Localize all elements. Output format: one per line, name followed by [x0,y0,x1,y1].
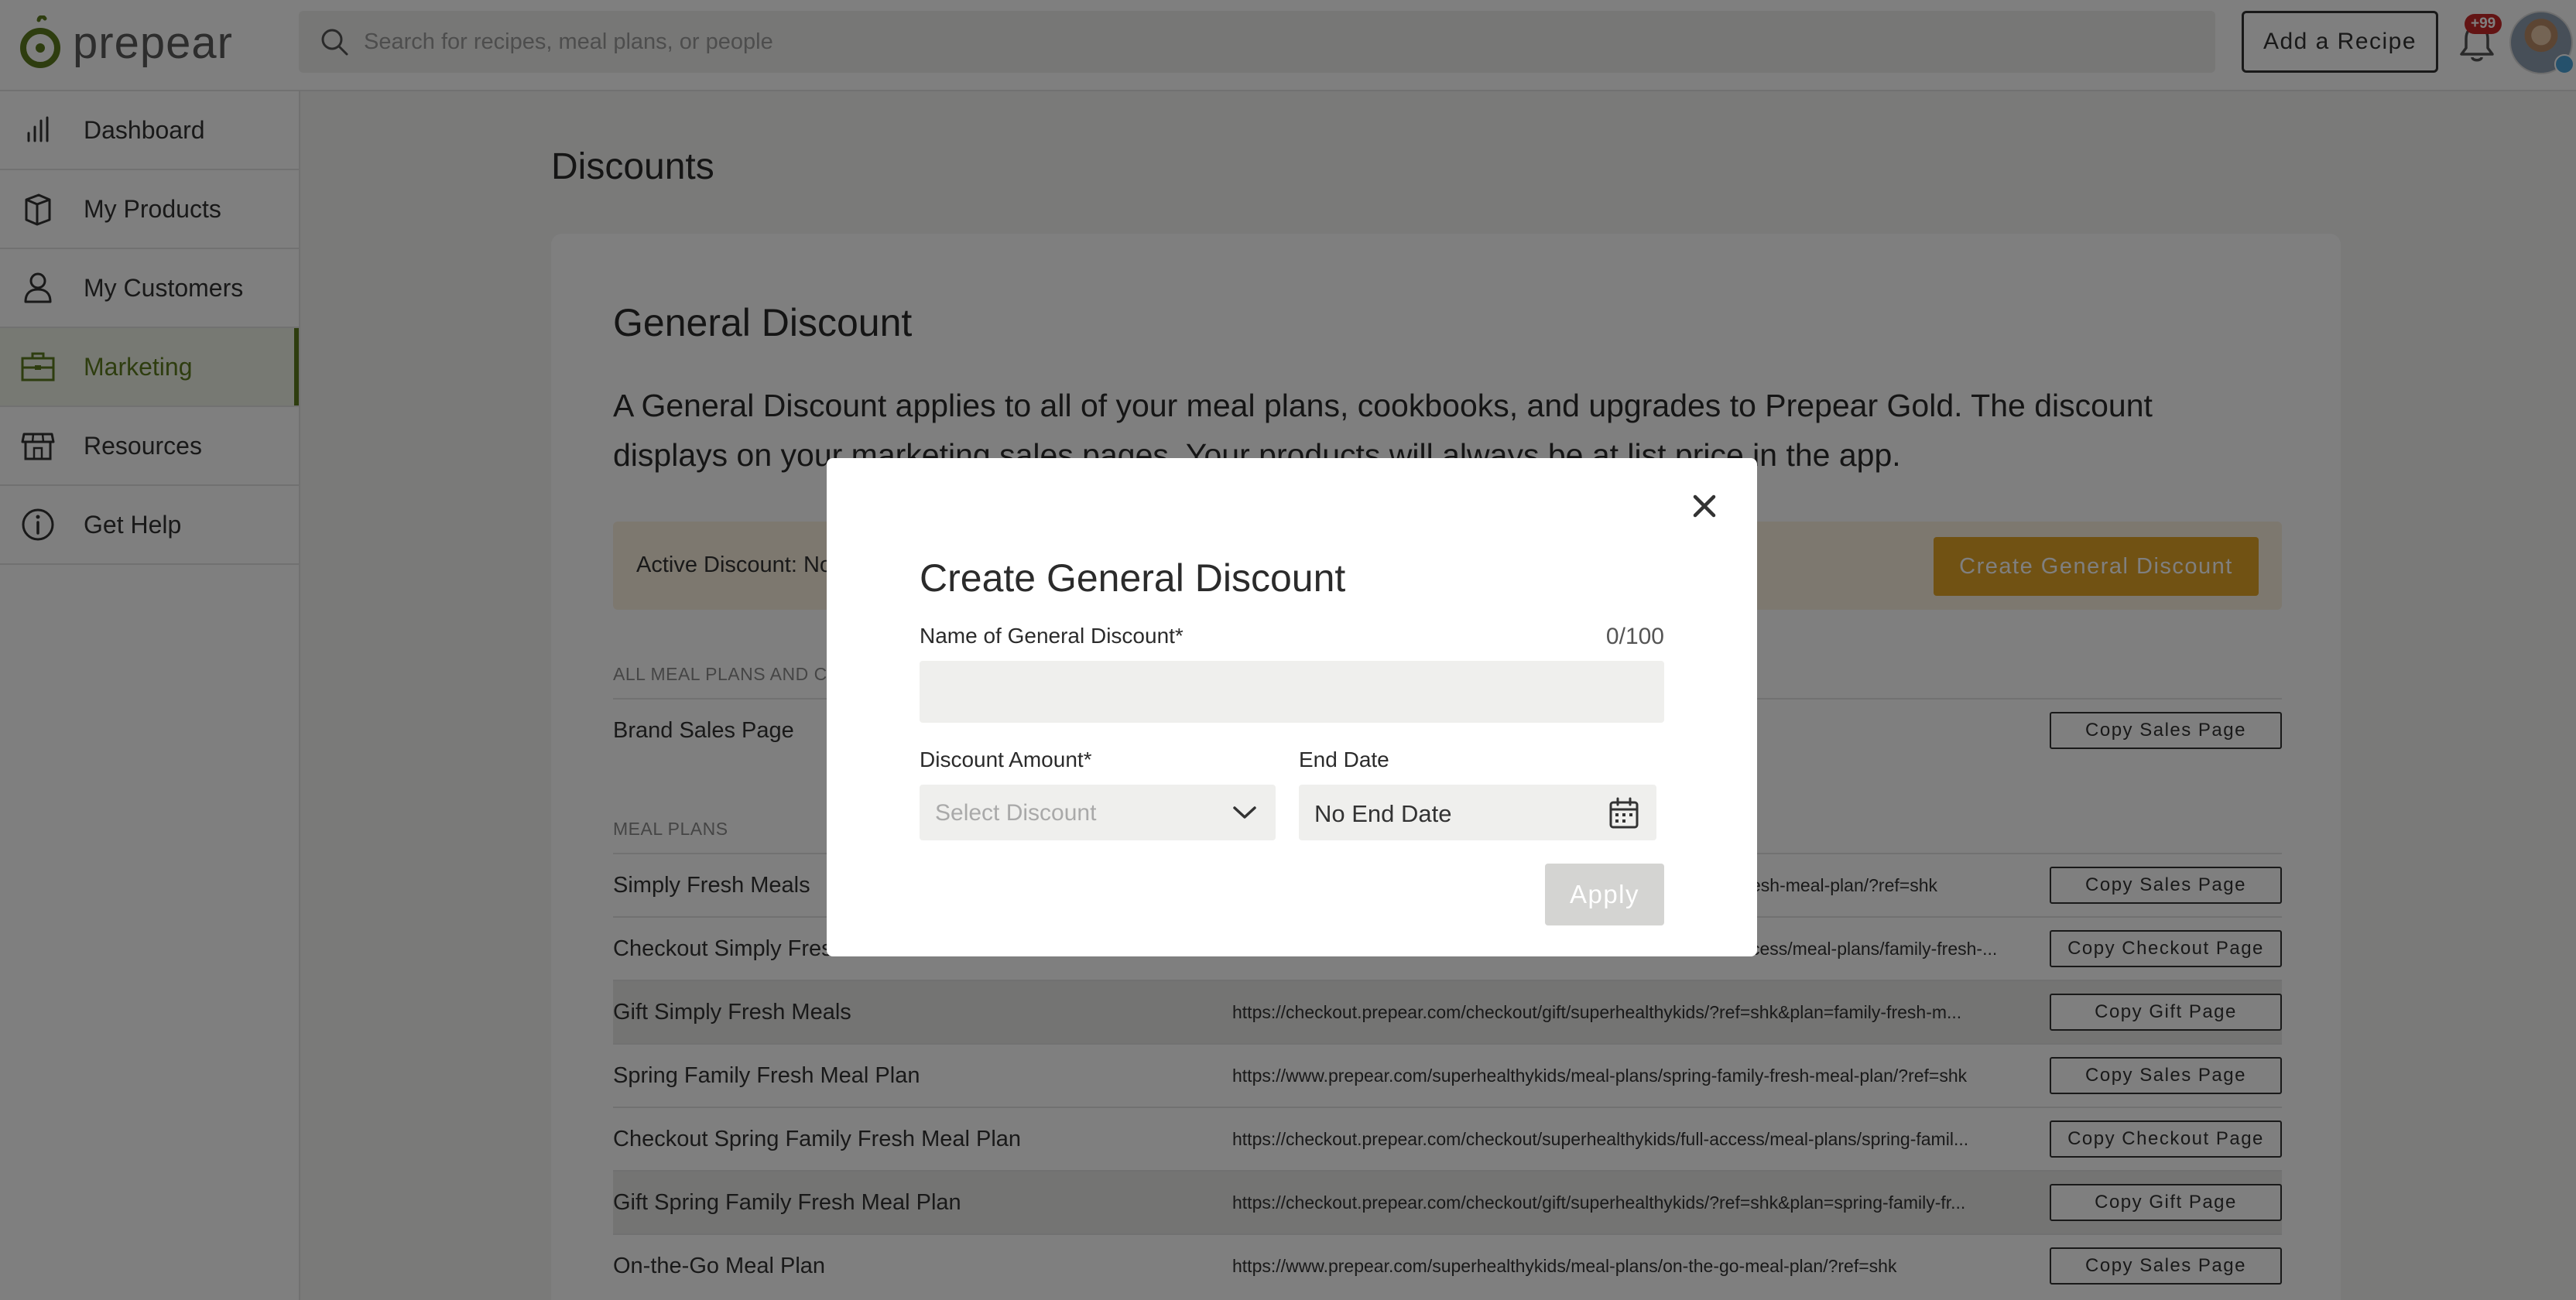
create-discount-modal: Create General Discount Name of General … [827,458,1757,956]
end-date-value: No End Date [1314,800,1452,827]
end-date-field[interactable]: No End Date [1299,785,1656,840]
apply-button[interactable]: Apply [1545,864,1664,925]
select-placeholder: Select Discount [935,800,1097,826]
discount-amount-select[interactable]: Select Discount [920,785,1276,840]
chevron-down-icon [1233,806,1256,819]
discount-name-input[interactable] [920,661,1664,723]
discount-name-label: Name of General Discount* [920,624,1184,648]
end-date-label: End Date [1299,748,1389,771]
calendar-icon[interactable] [1608,797,1639,830]
close-icon [1693,494,1716,518]
character-counter: 0/100 [1605,624,1664,649]
modal-title: Create General Discount [920,556,1346,600]
close-button[interactable] [1686,488,1723,525]
discount-amount-label: Discount Amount* [920,748,1092,771]
